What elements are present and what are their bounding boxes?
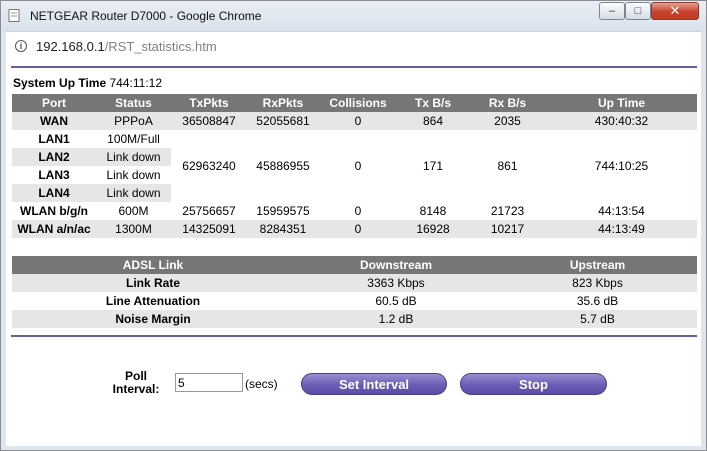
port-status: 600M [118,204,149,218]
upstream-cell: 35.6 dB [576,294,619,308]
collisions-cell: 0 [354,204,362,218]
rxpkts-cell: 8284351 [247,220,319,238]
txbs-cell: 8148 [419,204,447,218]
table-row: Line Attenuation 60.5 dB 35.6 dB [12,292,697,310]
address-bar[interactable]: i 192.168.0.1/RST_statistics.htm [6,31,701,61]
txpkts-cell: 14325091 [171,220,247,238]
rxpkts-cell: 15959575 [256,204,310,218]
poll-label-line2: Interval: [112,382,160,396]
adsl-table-header: ADSL Link Downstream Upstream [12,256,697,274]
port-name: WAN [12,112,96,130]
downstream-cell: 3363 Kbps [294,274,498,292]
col-header: Collisions [319,94,397,112]
downstream-cell: 1.2 dB [294,310,498,328]
rxpkts-cell: 52055681 [247,112,319,130]
system-uptime-label: System Up Time [13,76,107,90]
table-row-wan: WAN PPPoA 36508847 52055681 0 864 2035 4… [12,112,697,130]
txbs-cell: 16928 [397,220,469,238]
port-name: LAN2 [12,148,96,166]
port-status: PPPoA [96,112,171,130]
col-header: Tx B/s [397,94,469,112]
col-header: Downstream [294,256,498,274]
url-path: /RST_statistics.htm [104,39,217,54]
txpkts-cell: 36508847 [171,112,247,130]
top-divider [11,66,697,68]
downstream-cell: 60.5 dB [375,294,417,308]
rxbs-cell: 861 [497,159,518,173]
maximize-button[interactable]: □ [625,2,651,20]
port-status: 100M/Full [107,132,160,146]
col-header: Status [96,94,171,112]
window-title: NETGEAR Router D7000 - Google Chrome [30,9,262,23]
rxbs-cell: 10217 [469,220,546,238]
col-header: RxPkts [247,94,319,112]
uptime-cell: 430:40:32 [546,112,697,130]
browser-window: NETGEAR Router D7000 - Google Chrome – □… [0,0,707,451]
adsl-row-label: Line Attenuation [105,294,201,308]
table-row: Noise Margin 1.2 dB 5.7 dB [12,310,697,328]
port-status: Link down [106,168,161,182]
poll-interval-input[interactable] [175,373,243,392]
uptime-cell: 44:13:49 [546,220,697,238]
col-header: Upstream [498,256,697,274]
info-icon[interactable]: i [15,40,27,52]
port-status: 1300M [96,220,171,238]
rxpkts-cell: 45886955 [256,159,310,173]
upstream-cell: 5.7 dB [498,310,697,328]
port-stats-table: Port Status TxPkts RxPkts Collisions Tx … [12,94,697,238]
port-table-header: Port Status TxPkts RxPkts Collisions Tx … [12,94,697,112]
collisions-cell: 0 [319,220,397,238]
poll-unit-label: (secs) [245,377,278,391]
port-name: WLAN b/g/n [20,204,88,218]
bottom-divider [11,335,697,337]
page-content: System Up Time 744:11:12 Port Status TxP… [6,60,701,446]
txpkts-cell: 62963240 [182,159,236,173]
col-header: Port [12,94,96,112]
table-row: Link Rate 3363 Kbps 823 Kbps [12,274,697,292]
txbs-cell: 864 [397,112,469,130]
minimize-button[interactable]: – [599,2,625,20]
rxbs-cell: 21723 [490,204,525,218]
table-row-lan1: LAN1 100M/Full 62963240 45886955 0 171 8… [12,130,697,173]
txbs-cell: 171 [422,159,444,173]
adsl-table: ADSL Link Downstream Upstream Link Rate … [12,256,697,328]
port-name: LAN1 [38,132,70,146]
col-header: TxPkts [171,94,247,112]
uptime-cell: 44:13:54 [598,204,645,218]
col-header: ADSL Link [12,256,294,274]
port-name: WLAN a/n/ac [12,220,96,238]
adsl-row-label: Link Rate [12,274,294,292]
port-name: LAN3 [38,168,70,182]
table-row-wlan-bgn: WLAN b/g/n 600M 25756657 15959575 0 8148… [12,202,697,220]
uptime-cell: 744:10:25 [594,159,649,173]
url-text[interactable]: 192.168.0.1/RST_statistics.htm [36,39,217,54]
close-button[interactable]: ✕ [651,2,699,20]
adsl-row-label: Noise Margin [12,310,294,328]
col-header: Rx B/s [469,94,546,112]
port-status: Link down [96,184,171,202]
stop-button[interactable]: Stop [460,373,607,395]
page-icon [8,9,20,22]
txpkts-cell: 25756657 [182,204,236,218]
collisions-cell: 0 [354,159,362,173]
poll-interval-label: Poll Interval: [106,370,166,396]
upstream-cell: 823 Kbps [498,274,697,292]
url-host: 192.168.0.1 [36,39,105,54]
rxbs-cell: 2035 [469,112,546,130]
title-bar: NETGEAR Router D7000 - Google Chrome – □… [1,1,706,31]
collisions-cell: 0 [319,112,397,130]
set-interval-button[interactable]: Set Interval [301,373,447,395]
port-status: Link down [96,148,171,166]
col-header: Up Time [546,94,697,112]
system-uptime: System Up Time 744:11:12 [13,76,162,90]
port-name: LAN4 [12,184,96,202]
system-uptime-value: 744:11:12 [109,76,163,90]
table-row-wlan-anac: WLAN a/n/ac 1300M 14325091 8284351 0 169… [12,220,697,238]
